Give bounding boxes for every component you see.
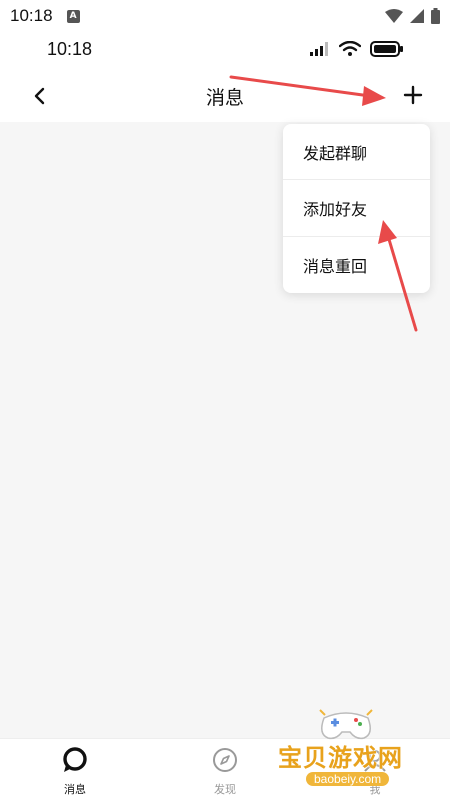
menu-item-add-friend[interactable]: 添加好友 bbox=[283, 180, 430, 237]
chat-bubble-icon bbox=[63, 747, 87, 772]
nav-item-discover[interactable]: 发现 bbox=[150, 739, 300, 800]
app-time: 10:18 bbox=[47, 38, 93, 59]
system-time: 10:18 bbox=[10, 6, 53, 25]
add-button[interactable] bbox=[398, 80, 428, 110]
app-status-bar: 10:18 bbox=[0, 32, 450, 66]
nav-label-me: 我 bbox=[369, 783, 381, 796]
menu-item-message-recall[interactable]: 消息重回 bbox=[283, 237, 430, 293]
nav-item-me[interactable]: 我 bbox=[300, 739, 450, 800]
title-bar: 消息 bbox=[0, 70, 450, 122]
user-icon bbox=[364, 750, 386, 772]
system-status-bar: 10:18 A bbox=[0, 0, 450, 32]
compass-icon bbox=[213, 748, 237, 772]
signal-icon bbox=[410, 9, 424, 23]
wifi-icon bbox=[339, 41, 361, 56]
wifi-icon bbox=[385, 9, 403, 23]
plus-icon bbox=[403, 85, 423, 105]
nav-item-messages[interactable]: 消息 bbox=[0, 739, 150, 800]
chevron-left-icon bbox=[34, 87, 45, 105]
menu-item-start-group-chat[interactable]: 发起群聊 bbox=[283, 124, 430, 181]
back-button[interactable] bbox=[26, 82, 54, 110]
system-status-icons bbox=[385, 8, 440, 24]
add-popup-menu: 发起群聊 添加好友 消息重回 bbox=[283, 124, 430, 293]
screen: 10:18 A 10:18 消息 发起群聊 添加好友 消息重回 消息 发现 我 … bbox=[0, 0, 450, 800]
app-status-icons bbox=[310, 41, 404, 57]
page-title: 消息 bbox=[205, 86, 244, 109]
bottom-navigation: 消息 发现 我 bbox=[0, 738, 450, 800]
cell-signal-icon bbox=[310, 42, 328, 56]
a-icon: A bbox=[66, 9, 80, 23]
nav-label-discover: 发现 bbox=[214, 783, 236, 796]
battery-icon bbox=[431, 8, 440, 24]
battery-icon bbox=[370, 41, 403, 57]
nav-label-messages: 消息 bbox=[64, 783, 86, 796]
